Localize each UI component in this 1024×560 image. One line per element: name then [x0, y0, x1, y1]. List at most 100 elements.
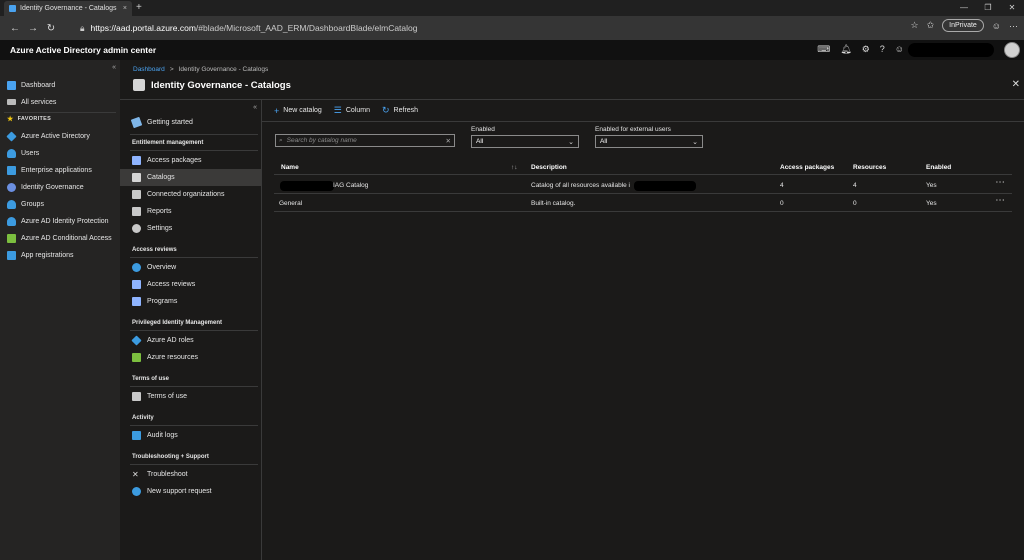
portal-title[interactable]: Azure Active Directory admin center — [10, 45, 156, 55]
column-button[interactable]: ☰ Column — [334, 105, 370, 116]
col-header-resources[interactable]: Resources — [853, 164, 886, 171]
nav-item-enterprise-applications[interactable]: Enterprise applications — [0, 162, 120, 178]
programs-icon — [132, 297, 141, 306]
table-row[interactable]: IAG Catalog Catalog of all resources ava… — [274, 177, 1012, 194]
chevron-down-icon: ⌄ — [568, 138, 574, 146]
catalog-resources: 0 — [853, 200, 857, 207]
new-tab-button[interactable]: + — [136, 2, 142, 13]
back-icon[interactable]: ← — [6, 23, 24, 34]
clear-search-icon[interactable]: ✕ — [446, 137, 451, 145]
blade-close-icon[interactable]: ✕ — [1012, 79, 1020, 90]
azure-favicon-icon — [9, 5, 16, 12]
favorites-icon[interactable]: ✩ — [927, 20, 935, 31]
search-icon: ⌕ — [279, 136, 283, 144]
group-icon — [7, 199, 16, 209]
menu-item-catalogs[interactable]: Catalogs — [120, 169, 261, 186]
dashboard-icon — [7, 80, 16, 90]
search-input[interactable]: ⌕ Search by catalog name ✕ — [275, 134, 455, 147]
more-menu-icon[interactable]: ··· — [1009, 21, 1018, 31]
col-header-access-packages[interactable]: Access packages — [780, 164, 834, 171]
minimize-button[interactable]: — — [952, 0, 976, 15]
catalog-name-link[interactable]: General — [279, 200, 302, 207]
menu-item-azure-ad-roles[interactable]: Azure AD roles — [120, 332, 261, 349]
menu-item-overview[interactable]: Overview — [120, 259, 261, 276]
nav-item-app-registrations[interactable]: App registrations — [0, 247, 120, 263]
menu-divider — [130, 425, 258, 426]
nav-item-all-services[interactable]: All services — [0, 94, 120, 110]
catalog-enabled: Yes — [926, 182, 937, 189]
col-header-description[interactable]: Description — [531, 164, 567, 171]
external-filter-dropdown[interactable]: All ⌄ — [595, 135, 703, 148]
browser-tab[interactable]: Identity Governance - Catalogs × — [4, 1, 132, 16]
settings-gear-icon — [132, 224, 141, 233]
menu-item-label: Terms of use — [147, 393, 188, 400]
catalogs-content: + New catalog ☰ Column ↻ Refresh ⌕ Searc… — [262, 100, 1024, 560]
menu-item-audit-logs[interactable]: Audit logs — [120, 427, 261, 444]
left-nav-collapse-icon[interactable]: « — [112, 64, 116, 71]
sort-icon[interactable]: ↑↓ — [511, 164, 518, 171]
access-reviews-icon — [132, 280, 141, 289]
menu-item-label: Reports — [147, 208, 172, 215]
feedback-icon[interactable]: ☺ — [895, 44, 904, 55]
menu-item-terms-of-use[interactable]: Terms of use — [120, 388, 261, 405]
menu-item-label: New support request — [147, 488, 212, 495]
nav-item-identity-protection[interactable]: Azure AD Identity Protection — [0, 213, 120, 229]
nav-item-azure-active-directory[interactable]: Azure Active Directory — [0, 128, 120, 144]
avatar[interactable] — [1004, 42, 1020, 58]
section-terms-of-use: Terms of use — [132, 376, 169, 382]
catalog-access-packages: 4 — [780, 182, 784, 189]
col-header-enabled[interactable]: Enabled — [926, 164, 951, 171]
menu-item-connected-organizations[interactable]: Connected organizations — [120, 186, 261, 203]
menu-item-getting-started[interactable]: Getting started — [120, 114, 261, 131]
menu-item-settings[interactable]: Settings — [120, 220, 261, 237]
enabled-filter-dropdown[interactable]: All ⌄ — [471, 135, 579, 148]
portal-header: Azure Active Directory admin center ⌨ 🔔︎… — [0, 40, 1024, 60]
address-bar[interactable]: 🔒︎ https://aad.portal.azure.com/#blade/M… — [80, 19, 892, 37]
nav-item-groups[interactable]: Groups — [0, 196, 120, 212]
close-window-button[interactable]: ✕ — [1000, 0, 1024, 15]
forward-icon[interactable]: → — [24, 23, 42, 34]
notifications-bell-icon[interactable]: 🔔︎ — [840, 44, 851, 55]
menu-item-label: Catalogs — [147, 174, 175, 181]
access-package-icon — [132, 156, 141, 165]
menu-item-access-reviews[interactable]: Access reviews — [120, 276, 261, 293]
table-row[interactable]: General Built-in catalog. 0 0 Yes ··· — [274, 195, 1012, 212]
favorites-label: FAVORITES — [17, 116, 52, 122]
nav-item-identity-governance[interactable]: Identity Governance — [0, 179, 120, 195]
inprivate-badge[interactable]: InPrivate — [942, 19, 984, 32]
menu-item-azure-resources[interactable]: Azure resources — [120, 349, 261, 366]
breadcrumb-dashboard-link[interactable]: Dashboard — [133, 66, 165, 73]
favorite-star-icon[interactable]: ☆ — [911, 20, 919, 31]
breadcrumb-current: Identity Governance - Catalogs — [178, 66, 269, 73]
refresh-button[interactable]: ↻ Refresh — [382, 105, 418, 116]
menu-item-new-support-request[interactable]: New support request — [120, 483, 261, 500]
row-more-icon[interactable]: ··· — [996, 179, 1006, 186]
resource-menu-collapse-icon[interactable]: « — [253, 104, 257, 111]
settings-gear-icon[interactable]: ⚙ — [862, 44, 870, 55]
catalog-name-link[interactable]: IAG Catalog — [333, 182, 368, 189]
menu-item-access-packages[interactable]: Access packages — [120, 152, 261, 169]
new-catalog-button[interactable]: + New catalog — [274, 106, 322, 116]
help-icon[interactable]: ? — [880, 44, 885, 55]
reload-icon[interactable]: ↻ — [42, 23, 60, 34]
nav-item-label: Groups — [21, 200, 44, 208]
info-icon — [132, 263, 141, 272]
nav-item-users[interactable]: Users — [0, 145, 120, 161]
nav-item-label: Azure AD Conditional Access — [21, 234, 112, 242]
maximize-button[interactable]: ❐ — [976, 0, 1000, 15]
aad-diamond-icon — [131, 335, 142, 346]
col-header-name[interactable]: Name — [281, 164, 299, 171]
nav-item-dashboard[interactable]: Dashboard — [0, 77, 120, 93]
breadcrumb: Dashboard > Identity Governance - Catalo… — [133, 66, 268, 73]
menu-item-troubleshoot[interactable]: ✕ Troubleshoot — [120, 466, 261, 483]
row-more-icon[interactable]: ··· — [996, 197, 1006, 204]
menu-item-programs[interactable]: Programs — [120, 293, 261, 310]
menu-item-reports[interactable]: Reports — [120, 203, 261, 220]
nav-item-conditional-access[interactable]: Azure AD Conditional Access — [0, 230, 120, 246]
account-redacted[interactable] — [908, 43, 994, 57]
tab-close-icon[interactable]: × — [123, 5, 127, 12]
menu-divider — [130, 386, 258, 387]
feedback-smiley-icon[interactable]: ☺ — [992, 21, 1001, 31]
cloud-shell-icon[interactable]: ⌨ — [817, 44, 830, 55]
column-label: Column — [345, 107, 370, 114]
